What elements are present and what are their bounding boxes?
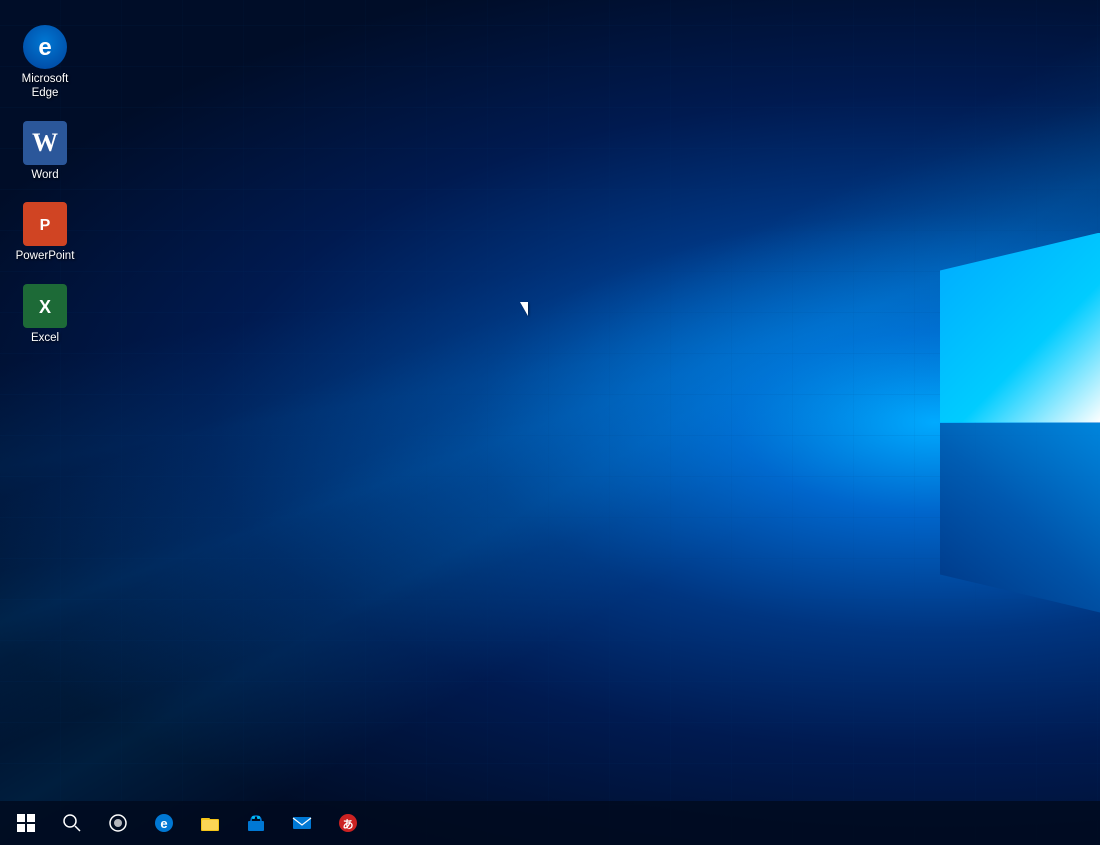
ppt-icon-bg: P	[23, 202, 67, 246]
excel-icon-label: Excel	[31, 332, 59, 346]
desktop-icons-container: e Microsoft Edge Word P PowerPoi	[0, 10, 90, 361]
mail-button[interactable]	[280, 801, 324, 845]
extra-app-button[interactable]: あ	[326, 801, 370, 845]
svg-text:P: P	[40, 217, 51, 234]
edge-icon-label: Microsoft Edge	[10, 73, 80, 101]
cortana-button[interactable]	[96, 801, 140, 845]
windows-logo-decoration	[940, 233, 1100, 613]
svg-text:e: e	[160, 816, 167, 831]
svg-text:e: e	[38, 34, 51, 61]
excel-icon[interactable]: X Excel	[5, 279, 85, 351]
search-button[interactable]	[50, 801, 94, 845]
file-explorer-button[interactable]	[188, 801, 232, 845]
mail-icon	[292, 813, 312, 833]
excel-icon-bg: X	[23, 284, 67, 328]
word-icon[interactable]: Word	[5, 116, 85, 188]
powerpoint-icon-label: PowerPoint	[16, 250, 75, 264]
word-icon-image	[23, 121, 67, 165]
mouse-cursor	[520, 302, 528, 316]
store-button[interactable]	[234, 801, 278, 845]
word-icon-label: Word	[31, 169, 58, 183]
cortana-icon	[108, 813, 128, 833]
taskbar: e	[0, 801, 1100, 845]
taskbar-edge-button[interactable]: e	[142, 801, 186, 845]
start-button[interactable]	[4, 801, 48, 845]
svg-text:あ: あ	[343, 818, 354, 831]
extra-app-icon: あ	[338, 813, 358, 833]
search-icon	[62, 813, 82, 833]
powerpoint-icon[interactable]: P PowerPoint	[5, 197, 85, 269]
edge-icon-image: e	[23, 25, 67, 69]
start-icon	[16, 813, 36, 833]
store-icon	[246, 813, 266, 833]
taskbar-edge-icon: e	[154, 813, 174, 833]
file-explorer-icon	[200, 813, 220, 833]
svg-text:X: X	[39, 297, 51, 317]
powerpoint-icon-image: P	[23, 202, 67, 246]
excel-icon-image: X	[23, 284, 67, 328]
background-texture	[0, 0, 1100, 845]
word-icon-bg	[23, 121, 67, 165]
microsoft-edge-icon[interactable]: e Microsoft Edge	[5, 20, 85, 106]
desktop: e Microsoft Edge Word P PowerPoi	[0, 0, 1100, 845]
